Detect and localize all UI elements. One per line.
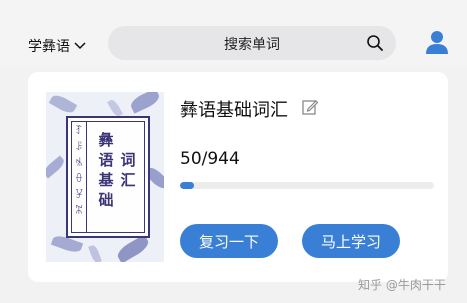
cover-title-sub: 词汇 (120, 151, 136, 189)
chevron-down-icon (74, 42, 86, 50)
review-button[interactable]: 复习一下 (180, 224, 278, 258)
language-label: 学彝语 (28, 39, 70, 55)
cover-title-main: 彝语基础 (98, 131, 114, 209)
vocab-book-card: ꆈꌠꁱꂷꐯꄓ 彝语基础 词汇 彝语基础词汇 50/944 复习一下 马上学习 (28, 72, 448, 282)
edit-icon[interactable] (302, 99, 318, 115)
watermark: 知乎 @牛肉干干 (358, 278, 446, 292)
language-selector[interactable]: 学彝语 (28, 36, 86, 56)
start-learning-button[interactable]: 马上学习 (302, 224, 400, 258)
cover-yi-script: ꆈꌠꁱꂷꐯꄓ (75, 126, 83, 217)
search-icon[interactable] (366, 34, 384, 52)
progress-bar-fill (180, 182, 194, 189)
book-title: 彝语基础词汇 (180, 100, 288, 121)
top-bar: 学彝语 搜索单词 (0, 0, 467, 68)
progress-count: 50/944 (180, 149, 240, 169)
search-placeholder: 搜索单词 (224, 37, 280, 53)
user-icon[interactable] (425, 30, 449, 54)
cover-title-panel: ꆈꌠꁱꂷꐯꄓ 彝语基础 词汇 (66, 116, 150, 238)
book-cover[interactable]: ꆈꌠꁱꂷꐯꄓ 彝语基础 词汇 (46, 92, 164, 262)
progress-bar (180, 182, 434, 189)
search-bar[interactable]: 搜索单词 (108, 26, 396, 60)
